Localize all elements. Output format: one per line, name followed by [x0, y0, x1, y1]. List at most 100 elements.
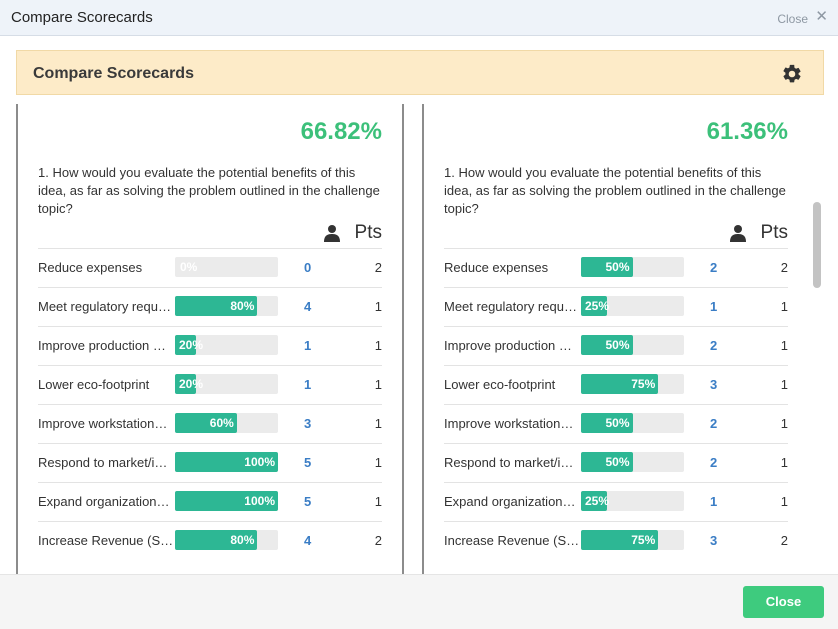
vote-count-link[interactable]: 3	[710, 377, 717, 392]
vote-count-link[interactable]: 1	[710, 299, 717, 314]
points-value: 1	[374, 377, 382, 392]
table-row: Lower eco-footprint 20% 1 1	[38, 365, 382, 404]
progress-bar: 20%	[175, 335, 278, 355]
scorecard-score: 66.82%	[300, 118, 382, 145]
progress-bar: 0%	[175, 257, 278, 277]
table-row: Respond to market/i… 50% 2 1	[444, 443, 788, 482]
table-row: Expand organization… 100% 5 1	[38, 482, 382, 521]
vote-count-link[interactable]: 3	[710, 533, 717, 548]
progress-bar: 100%	[175, 452, 278, 472]
vote-count-link[interactable]: 4	[304, 299, 311, 314]
criterion-label: Respond to market/i…	[444, 455, 574, 470]
criterion-label: Improve workstation…	[444, 416, 574, 431]
vote-count-link[interactable]: 2	[710, 416, 717, 431]
criterion-label: Lower eco-footprint	[444, 377, 556, 392]
criterion-label: Reduce expenses	[444, 260, 549, 275]
gear-icon[interactable]	[781, 63, 803, 85]
table-row: Meet regulatory requ… 25% 1 1	[444, 287, 788, 326]
table-row: Improve workstation… 50% 2 1	[444, 404, 788, 443]
progress-bar: 20%	[175, 374, 278, 394]
points-value: 1	[780, 494, 788, 509]
progress-percent: 25%	[585, 494, 610, 508]
points-value: 1	[374, 338, 382, 353]
progress-bar: 25%	[581, 491, 684, 511]
points-value: 1	[780, 377, 788, 392]
scrollbar-thumb[interactable]	[813, 202, 821, 288]
vote-count-link[interactable]: 3	[304, 416, 311, 431]
criterion-label: Improve production …	[444, 338, 572, 353]
progress-bar: 100%	[175, 491, 278, 511]
dialog-title: Compare Scorecards	[11, 9, 153, 26]
scorecards-content[interactable]: 66.82% 1. How would you evaluate the pot…	[0, 96, 838, 574]
vote-count-link[interactable]: 1	[304, 377, 311, 392]
criterion-label: Meet regulatory requ…	[38, 299, 171, 314]
criterion-label: Increase Revenue (Sa…	[444, 533, 580, 548]
table-row: Improve production … 20% 1 1	[38, 326, 382, 365]
progress-bar: 25%	[581, 296, 684, 316]
vote-count-link[interactable]: 5	[304, 494, 311, 509]
table-row: Improve production … 50% 2 1	[444, 326, 788, 365]
vote-count-link[interactable]: 1	[710, 494, 717, 509]
section-title: Compare Scorecards	[33, 65, 194, 82]
criterion-label: Improve production …	[38, 338, 166, 353]
progress-bar: 80%	[175, 530, 278, 550]
scorecard-score: 61.36%	[706, 118, 788, 145]
scorecard-column: 66.82% 1. How would you evaluate the pot…	[16, 104, 404, 574]
criterion-label: Improve workstation…	[38, 416, 168, 431]
user-icon	[323, 225, 340, 242]
progress-percent: 100%	[244, 494, 275, 508]
progress-percent: 25%	[585, 299, 610, 313]
table-row: Reduce expenses 0% 0 2	[38, 248, 382, 287]
criterion-label: Expand organization…	[444, 494, 576, 509]
points-value: 1	[780, 416, 788, 431]
progress-bar: 50%	[581, 452, 684, 472]
progress-bar: 80%	[175, 296, 278, 316]
progress-bar: 50%	[581, 413, 684, 433]
table-row: Reduce expenses 50% 2 2	[444, 248, 788, 287]
progress-percent: 80%	[230, 533, 255, 547]
titlebar-close-link[interactable]: Close	[777, 12, 808, 26]
vote-count-link[interactable]: 4	[304, 533, 311, 548]
points-value: 1	[780, 338, 788, 353]
compare-scorecards-dialog: Compare Scorecards Close ✕ Compare Score…	[0, 0, 838, 629]
scrollbar[interactable]	[812, 106, 822, 576]
dialog-titlebar: Compare Scorecards Close ✕	[0, 0, 838, 36]
points-value: 1	[374, 455, 382, 470]
vote-count-link[interactable]: 2	[710, 338, 717, 353]
table-row: Meet regulatory requ… 80% 4 1	[38, 287, 382, 326]
progress-percent: 75%	[631, 533, 656, 547]
progress-percent: 75%	[631, 377, 656, 391]
points-value: 1	[374, 494, 382, 509]
vote-count-link[interactable]: 2	[710, 260, 717, 275]
progress-percent: 50%	[605, 260, 630, 274]
points-value: 2	[374, 260, 382, 275]
progress-bar: 50%	[581, 257, 684, 277]
progress-percent: 20%	[179, 377, 204, 391]
criterion-label: Expand organization…	[38, 494, 170, 509]
dialog-footer: Close	[0, 574, 838, 629]
criterion-label: Respond to market/i…	[38, 455, 168, 470]
table-row: Improve workstation… 60% 3 1	[38, 404, 382, 443]
points-value: 1	[780, 455, 788, 470]
vote-count-link[interactable]: 1	[304, 338, 311, 353]
pts-label: Pts	[760, 222, 788, 243]
close-icon[interactable]: ✕	[815, 9, 828, 25]
criteria-rows: Reduce expenses 0% 0 2 Meet regulatory requ……	[38, 248, 382, 560]
progress-percent: 60%	[209, 416, 234, 430]
vote-count-link[interactable]: 0	[304, 260, 311, 275]
progress-percent: 50%	[605, 455, 630, 469]
pts-header: Pts	[729, 221, 788, 245]
progress-bar: 75%	[581, 374, 684, 394]
pts-label: Pts	[354, 222, 382, 243]
progress-percent: 20%	[179, 338, 204, 352]
close-button[interactable]: Close	[743, 586, 824, 618]
points-value: 1	[374, 299, 382, 314]
progress-percent: 0%	[180, 260, 198, 274]
progress-percent: 50%	[605, 416, 630, 430]
table-row: Lower eco-footprint 75% 3 1	[444, 365, 788, 404]
points-value: 2	[374, 533, 382, 548]
progress-percent: 50%	[605, 338, 630, 352]
vote-count-link[interactable]: 5	[304, 455, 311, 470]
criterion-label: Meet regulatory requ…	[444, 299, 577, 314]
vote-count-link[interactable]: 2	[710, 455, 717, 470]
